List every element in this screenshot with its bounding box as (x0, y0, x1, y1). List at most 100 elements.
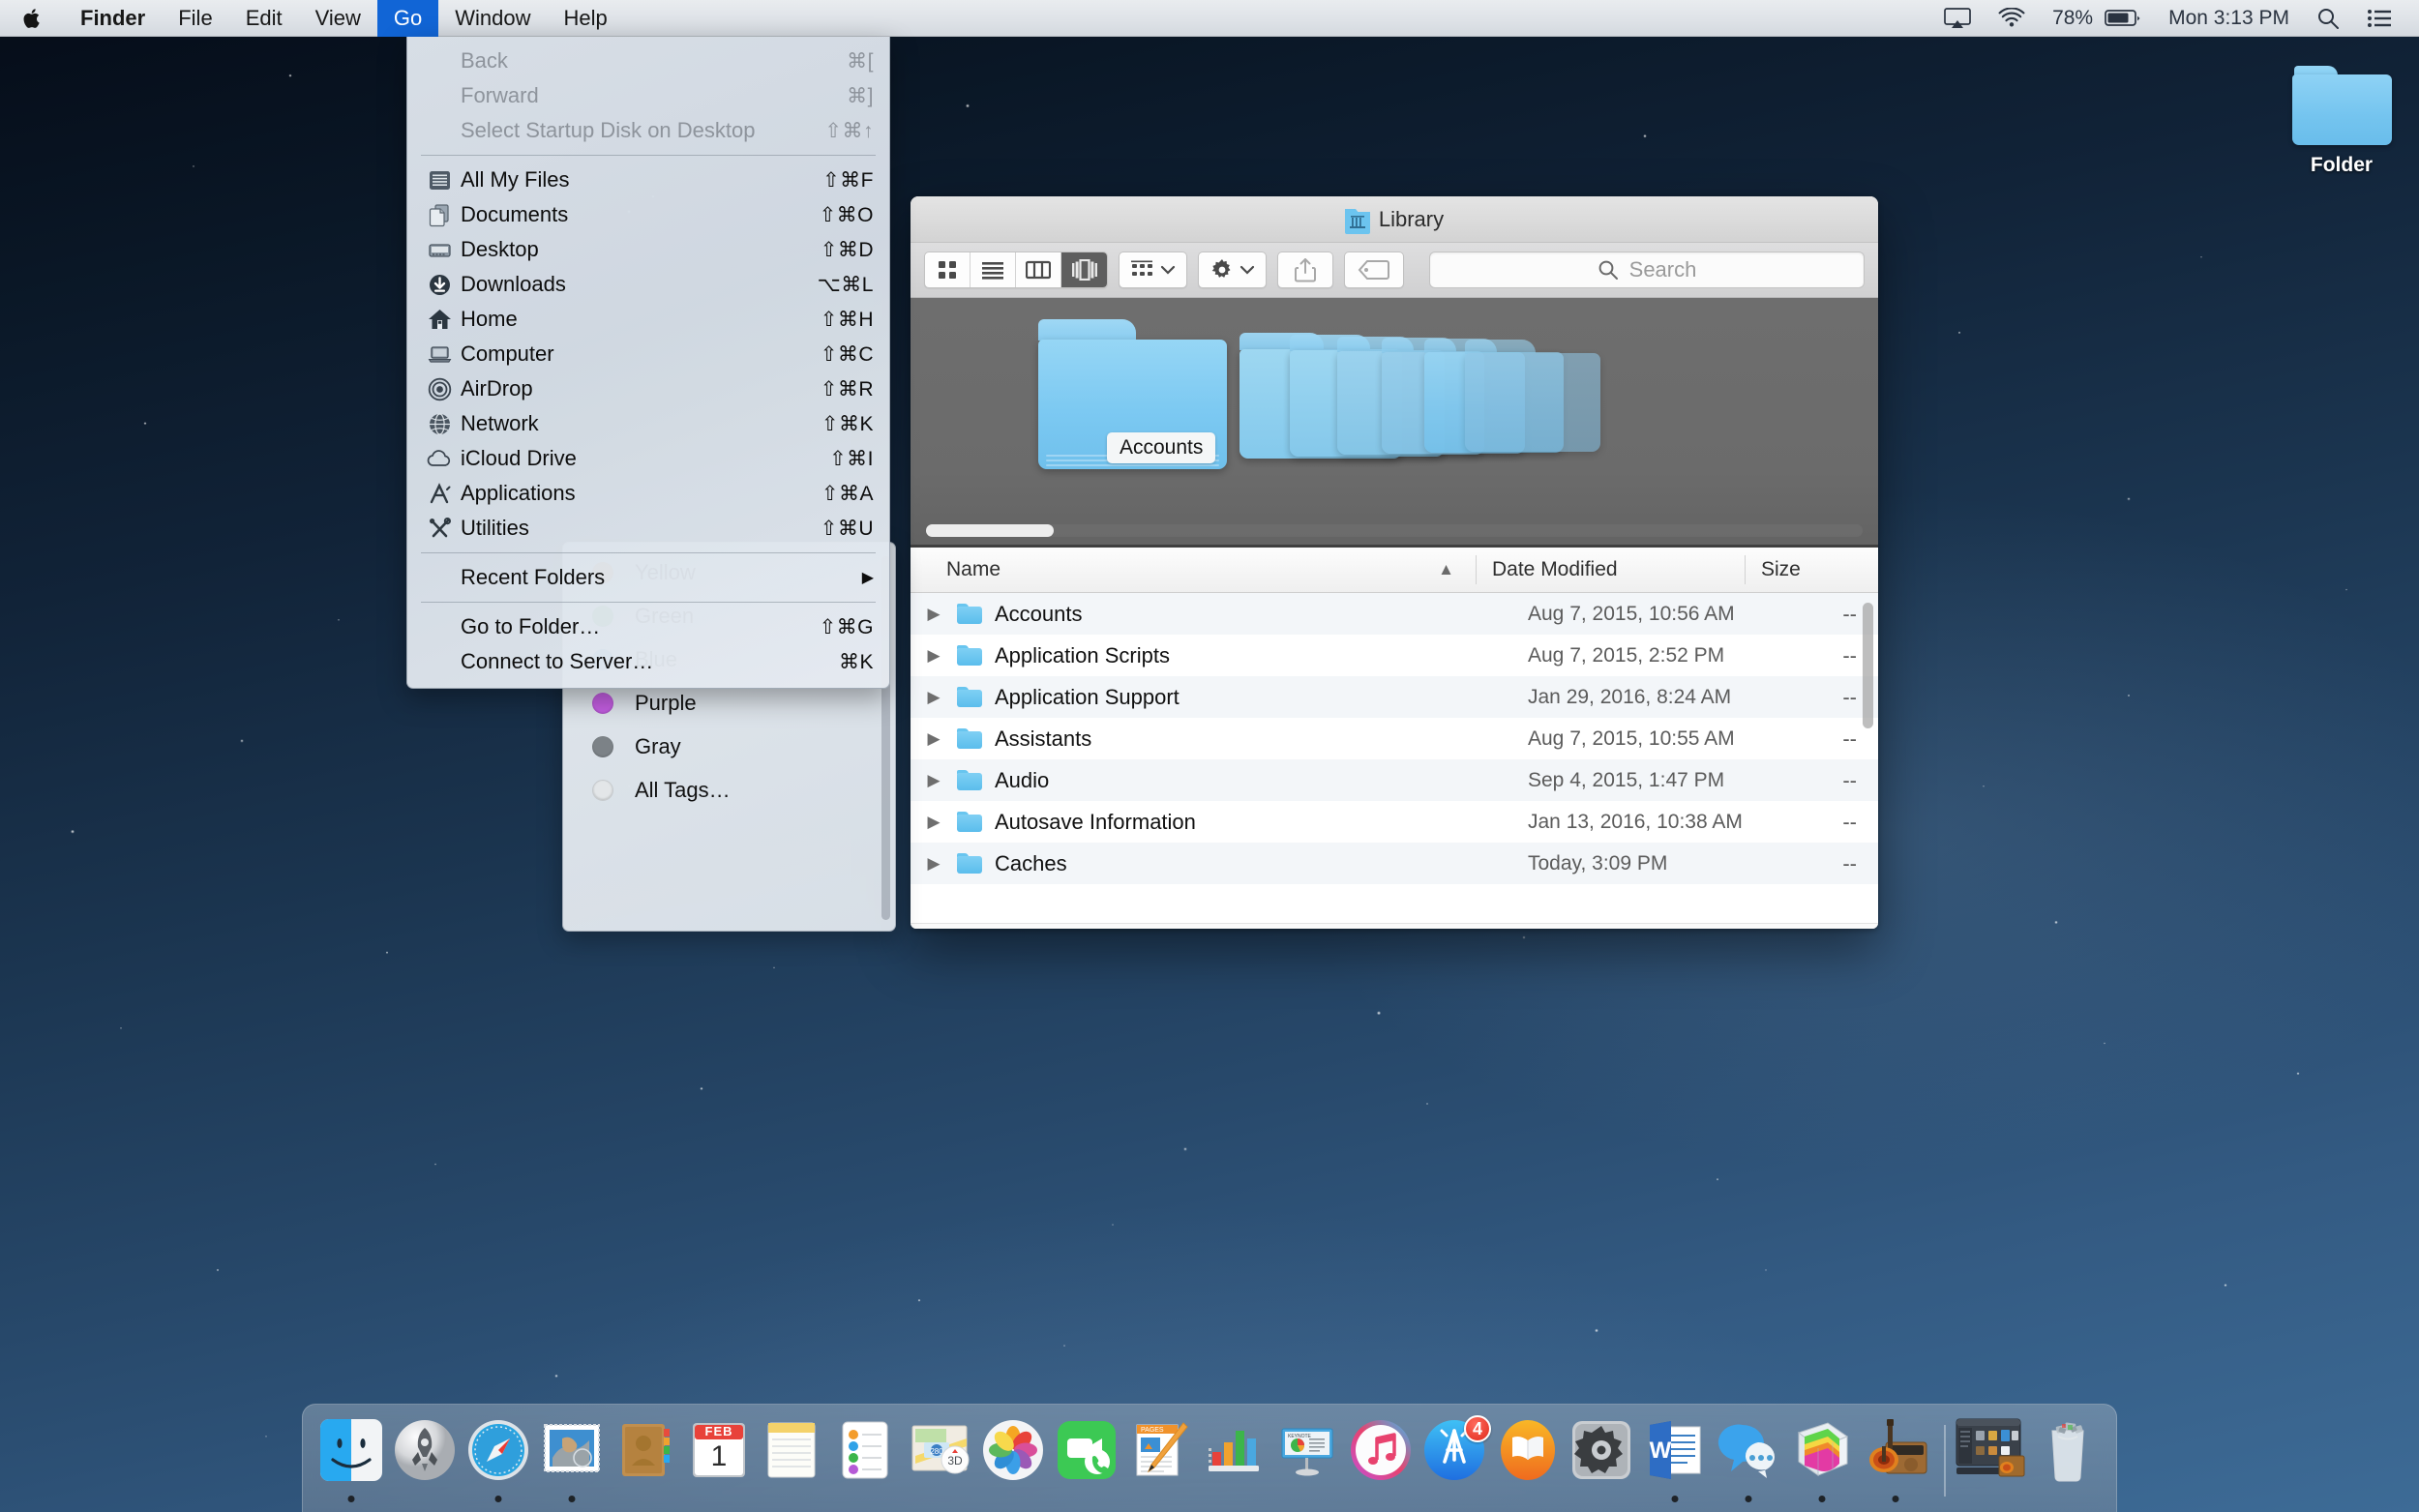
menu-item-shortcut: ⇧⌘F (822, 168, 874, 192)
dock-item-keynote[interactable]: KEYNOTE (1270, 1411, 1344, 1512)
dock-item-system-preferences[interactable] (1565, 1411, 1638, 1512)
disclosure-triangle-icon[interactable]: ▶ (911, 813, 957, 832)
disclosure-triangle-icon[interactable]: ▶ (911, 605, 957, 624)
desktop-folder-item[interactable]: Folder (2279, 66, 2404, 177)
coverflow-pane[interactable]: Accounts (911, 298, 1878, 548)
list-icon[interactable] (2353, 0, 2405, 37)
dock-item-facetime[interactable] (1050, 1411, 1123, 1512)
go-menu-item-utilities[interactable]: Utilities ⇧⌘U (407, 511, 889, 546)
share-button[interactable] (1277, 252, 1333, 288)
arrange-button[interactable] (1119, 252, 1187, 288)
go-menu-item-go-to-folder[interactable]: Go to Folder… ⇧⌘G (407, 609, 889, 644)
coverflow-folder[interactable] (1465, 340, 1600, 452)
disclosure-triangle-icon[interactable]: ▶ (911, 771, 957, 790)
menu-finder[interactable]: Finder (64, 0, 162, 37)
apple-menu[interactable] (0, 0, 64, 37)
go-menu-item-desktop[interactable]: Desktop ⇧⌘D (407, 232, 889, 267)
menu-item-shortcut: ⇧⌘A (821, 482, 874, 505)
menu-go[interactable]: Go (376, 0, 439, 37)
list-view-button[interactable] (971, 252, 1016, 287)
tag-item-all-tags[interactable]: All Tags… (563, 768, 895, 812)
disclosure-triangle-icon[interactable]: ▶ (911, 688, 957, 707)
battery-icon[interactable] (2101, 0, 2155, 37)
table-row[interactable]: ▶ Assistants Aug 7, 2015, 10:55 AM -- (911, 718, 1878, 759)
column-divider[interactable] (1745, 555, 1746, 584)
dock-item-ibooks[interactable] (1491, 1411, 1565, 1512)
menu-file[interactable]: File (162, 0, 228, 37)
numbers-icon (1201, 1417, 1267, 1483)
table-row[interactable]: ▶ Accounts Aug 7, 2015, 10:56 AM -- (911, 593, 1878, 635)
dock-item-microsoft-word[interactable]: W (1638, 1411, 1712, 1512)
dock-item-photos[interactable] (976, 1411, 1050, 1512)
dock-item-notes[interactable] (756, 1411, 829, 1512)
menu-edit[interactable]: Edit (229, 0, 299, 37)
tags-button[interactable] (1344, 252, 1404, 288)
menu-bar-clock[interactable]: Mon 3:13 PM (2155, 0, 2303, 37)
dock-item-pages[interactable]: PAGES (1123, 1411, 1197, 1512)
dock-item-contacts[interactable] (609, 1411, 682, 1512)
dock-item-trash[interactable] (2031, 1411, 2105, 1512)
column-view-button[interactable] (1016, 252, 1061, 287)
folder-body (1465, 353, 1600, 452)
disclosure-triangle-icon[interactable]: ▶ (911, 854, 957, 874)
go-menu-item-home[interactable]: Home ⇧⌘H (407, 302, 889, 337)
tag-item-gray[interactable]: Gray (563, 725, 895, 768)
go-menu-item-airdrop[interactable]: AirDrop ⇧⌘R (407, 371, 889, 406)
coverflow-scrollbar[interactable] (926, 524, 1054, 537)
go-menu-item-downloads[interactable]: Downloads ⌥⌘L (407, 267, 889, 302)
menu-view[interactable]: View (299, 0, 377, 37)
dock-item-grapher[interactable] (1785, 1411, 1859, 1512)
dock-item-mail[interactable] (535, 1411, 609, 1512)
apple-logo-icon (23, 9, 40, 28)
window-titlebar[interactable]: Library (911, 196, 1878, 243)
disclosure-triangle-icon[interactable]: ▶ (911, 646, 957, 666)
dock-item-garageband[interactable] (1859, 1411, 1932, 1512)
go-menu-item-all-my-files[interactable]: All My Files ⇧⌘F (407, 163, 889, 197)
table-row[interactable]: ▶ Application Support Jan 29, 2016, 8:24… (911, 676, 1878, 718)
go-menu-item-connect-to-server[interactable]: Connect to Server… ⌘K (407, 644, 889, 679)
menu-help[interactable]: Help (548, 0, 624, 37)
coverflow-view-button[interactable] (1061, 252, 1107, 287)
file-list[interactable]: ▶ Accounts Aug 7, 2015, 10:56 AM -- ▶ Ap… (911, 593, 1878, 923)
table-row[interactable]: ▶ Audio Sep 4, 2015, 1:47 PM -- (911, 759, 1878, 801)
dock-item-maps[interactable]: 280 3D (903, 1411, 976, 1512)
row-name-cell: Application Scripts (957, 643, 1528, 668)
column-header-date-modified[interactable]: Date Modified (1476, 548, 1745, 593)
dock-item-calendar[interactable]: FEB 1 (682, 1411, 756, 1512)
disclosure-triangle-icon[interactable]: ▶ (911, 729, 957, 749)
table-row[interactable]: ▶ Autosave Information Jan 13, 2016, 10:… (911, 801, 1878, 843)
running-indicator (1892, 1496, 1899, 1502)
go-menu-item-network[interactable]: Network ⇧⌘K (407, 406, 889, 441)
menu-item-label: iCloud Drive (461, 446, 577, 470)
dock-item-safari[interactable] (462, 1411, 535, 1512)
dock-item-numbers[interactable] (1197, 1411, 1270, 1512)
search-input[interactable]: Search (1429, 252, 1865, 288)
dock-item-finder[interactable] (314, 1411, 388, 1512)
go-menu-item-documents[interactable]: Documents ⇧⌘O (407, 197, 889, 232)
file-date: Today, 3:09 PM (1528, 851, 1668, 875)
menu-window[interactable]: Window (438, 0, 547, 37)
vertical-scrollbar[interactable] (1863, 603, 1873, 728)
dock-item-app-store[interactable]: 4 (1418, 1411, 1491, 1512)
table-row[interactable]: ▶ Application Scripts Aug 7, 2015, 2:52 … (911, 635, 1878, 676)
icon-view-button[interactable] (925, 252, 971, 287)
column-header-size[interactable]: Size (1745, 548, 1878, 593)
utilities-icon (425, 517, 454, 541)
table-row[interactable]: ▶ Caches Today, 3:09 PM -- (911, 843, 1878, 884)
dock-item-minimized-finder-window[interactable] (1956, 1411, 2031, 1512)
menu-item-label: AirDrop (461, 376, 533, 400)
go-menu-item-icloud-drive[interactable]: iCloud Drive ⇧⌘I (407, 441, 889, 476)
go-menu-item-computer[interactable]: Computer ⇧⌘C (407, 337, 889, 371)
go-menu-item-recent-folders[interactable]: Recent Folders ▶ (407, 560, 889, 595)
go-menu-item-applications[interactable]: Applications ⇧⌘A (407, 476, 889, 511)
column-header-name[interactable]: Name ▲ (911, 548, 1476, 593)
dock-item-messages[interactable] (1712, 1411, 1785, 1512)
search-icon[interactable] (2303, 0, 2353, 37)
dock-item-launchpad[interactable] (388, 1411, 462, 1512)
column-divider[interactable] (1476, 555, 1477, 584)
dock-item-itunes[interactable] (1344, 1411, 1418, 1512)
action-button[interactable] (1198, 252, 1267, 288)
dock-item-reminders[interactable] (829, 1411, 903, 1512)
airplay-icon[interactable] (1930, 0, 1985, 37)
wifi-icon[interactable] (1985, 0, 2039, 37)
